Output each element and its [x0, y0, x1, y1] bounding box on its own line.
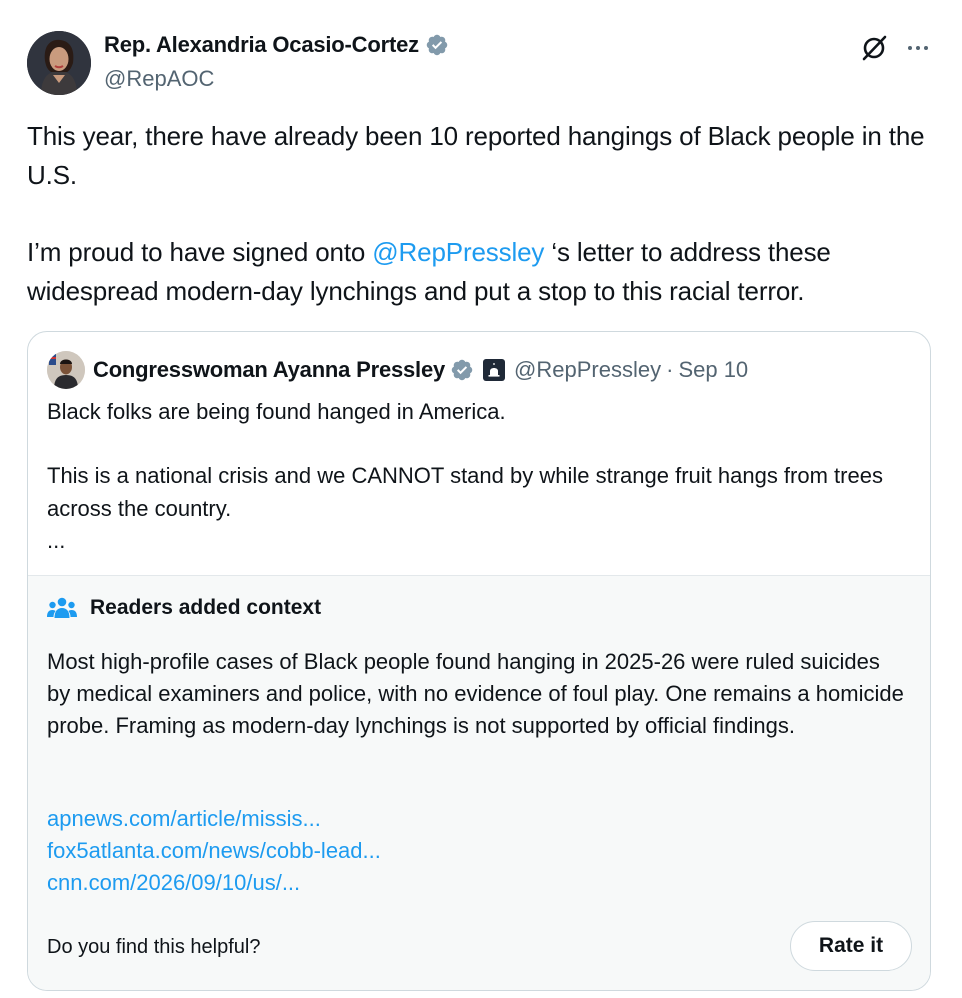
quoted-ellipsis: ... — [47, 527, 66, 553]
author-name-text: Rep. Alexandria Ocasio-Cortez — [104, 32, 419, 57]
quoted-tweet-header: Congresswoman Ayanna Pressley @RepPressl… — [47, 350, 748, 390]
grok-icon[interactable] — [858, 32, 890, 64]
quoted-tweet-text: Black folks are being found hanged in Am… — [47, 396, 907, 557]
verified-badge-icon — [426, 34, 448, 56]
tweet-line-2-start: I’m proud to have signed onto — [27, 237, 373, 267]
source-link-apnews[interactable]: apnews.com/article/missis... — [47, 806, 321, 832]
avatar[interactable] — [27, 31, 91, 95]
author-name[interactable]: Rep. Alexandria Ocasio-Cortez — [104, 32, 449, 58]
tweet-line-1: This year, there have already been 10 re… — [27, 121, 925, 190]
quoted-avatar[interactable] — [47, 351, 85, 389]
quoted-date[interactable]: Sep 10 — [678, 357, 748, 383]
people-icon — [47, 597, 77, 618]
note-heading-text: Readers added context — [90, 596, 322, 619]
government-affiliation-icon — [483, 359, 506, 381]
quoted-tweet[interactable]: Congresswoman Ayanna Pressley @RepPressl… — [27, 331, 931, 991]
quoted-line-2: This is a national crisis and we CANNOT … — [47, 463, 883, 521]
helpful-prompt: Do you find this helpful? — [47, 936, 261, 958]
mention-link[interactable]: @RepPressley — [372, 237, 544, 267]
dot-separator: · — [666, 357, 674, 382]
verified-badge-icon — [451, 359, 473, 381]
author-handle[interactable]: @RepAOC — [104, 66, 214, 92]
rate-it-button[interactable]: Rate it — [790, 921, 912, 971]
community-note: Readers added context Most high-profile … — [28, 575, 930, 990]
quoted-line-1: Black folks are being found hanged in Am… — [47, 399, 506, 424]
note-heading: Readers added context — [47, 596, 321, 620]
source-link-cnn[interactable]: cnn.com/2026/09/10/us/... — [47, 870, 300, 896]
tweet-post: Rep. Alexandria Ocasio-Cortez @RepAOC Th… — [0, 0, 962, 998]
source-link-fox5atlanta[interactable]: fox5atlanta.com/news/cobb-lead... — [47, 838, 381, 864]
quoted-author-name[interactable]: Congresswoman Ayanna Pressley — [93, 357, 445, 383]
quoted-author-handle[interactable]: @RepPressley — [514, 357, 661, 383]
more-options-icon[interactable] — [900, 32, 936, 64]
tweet-line-2: I’m proud to have signed onto @RepPressl… — [27, 233, 927, 310]
tweet-text: This year, there have already been 10 re… — [27, 117, 927, 310]
note-body: Most high-profile cases of Black people … — [47, 649, 904, 738]
